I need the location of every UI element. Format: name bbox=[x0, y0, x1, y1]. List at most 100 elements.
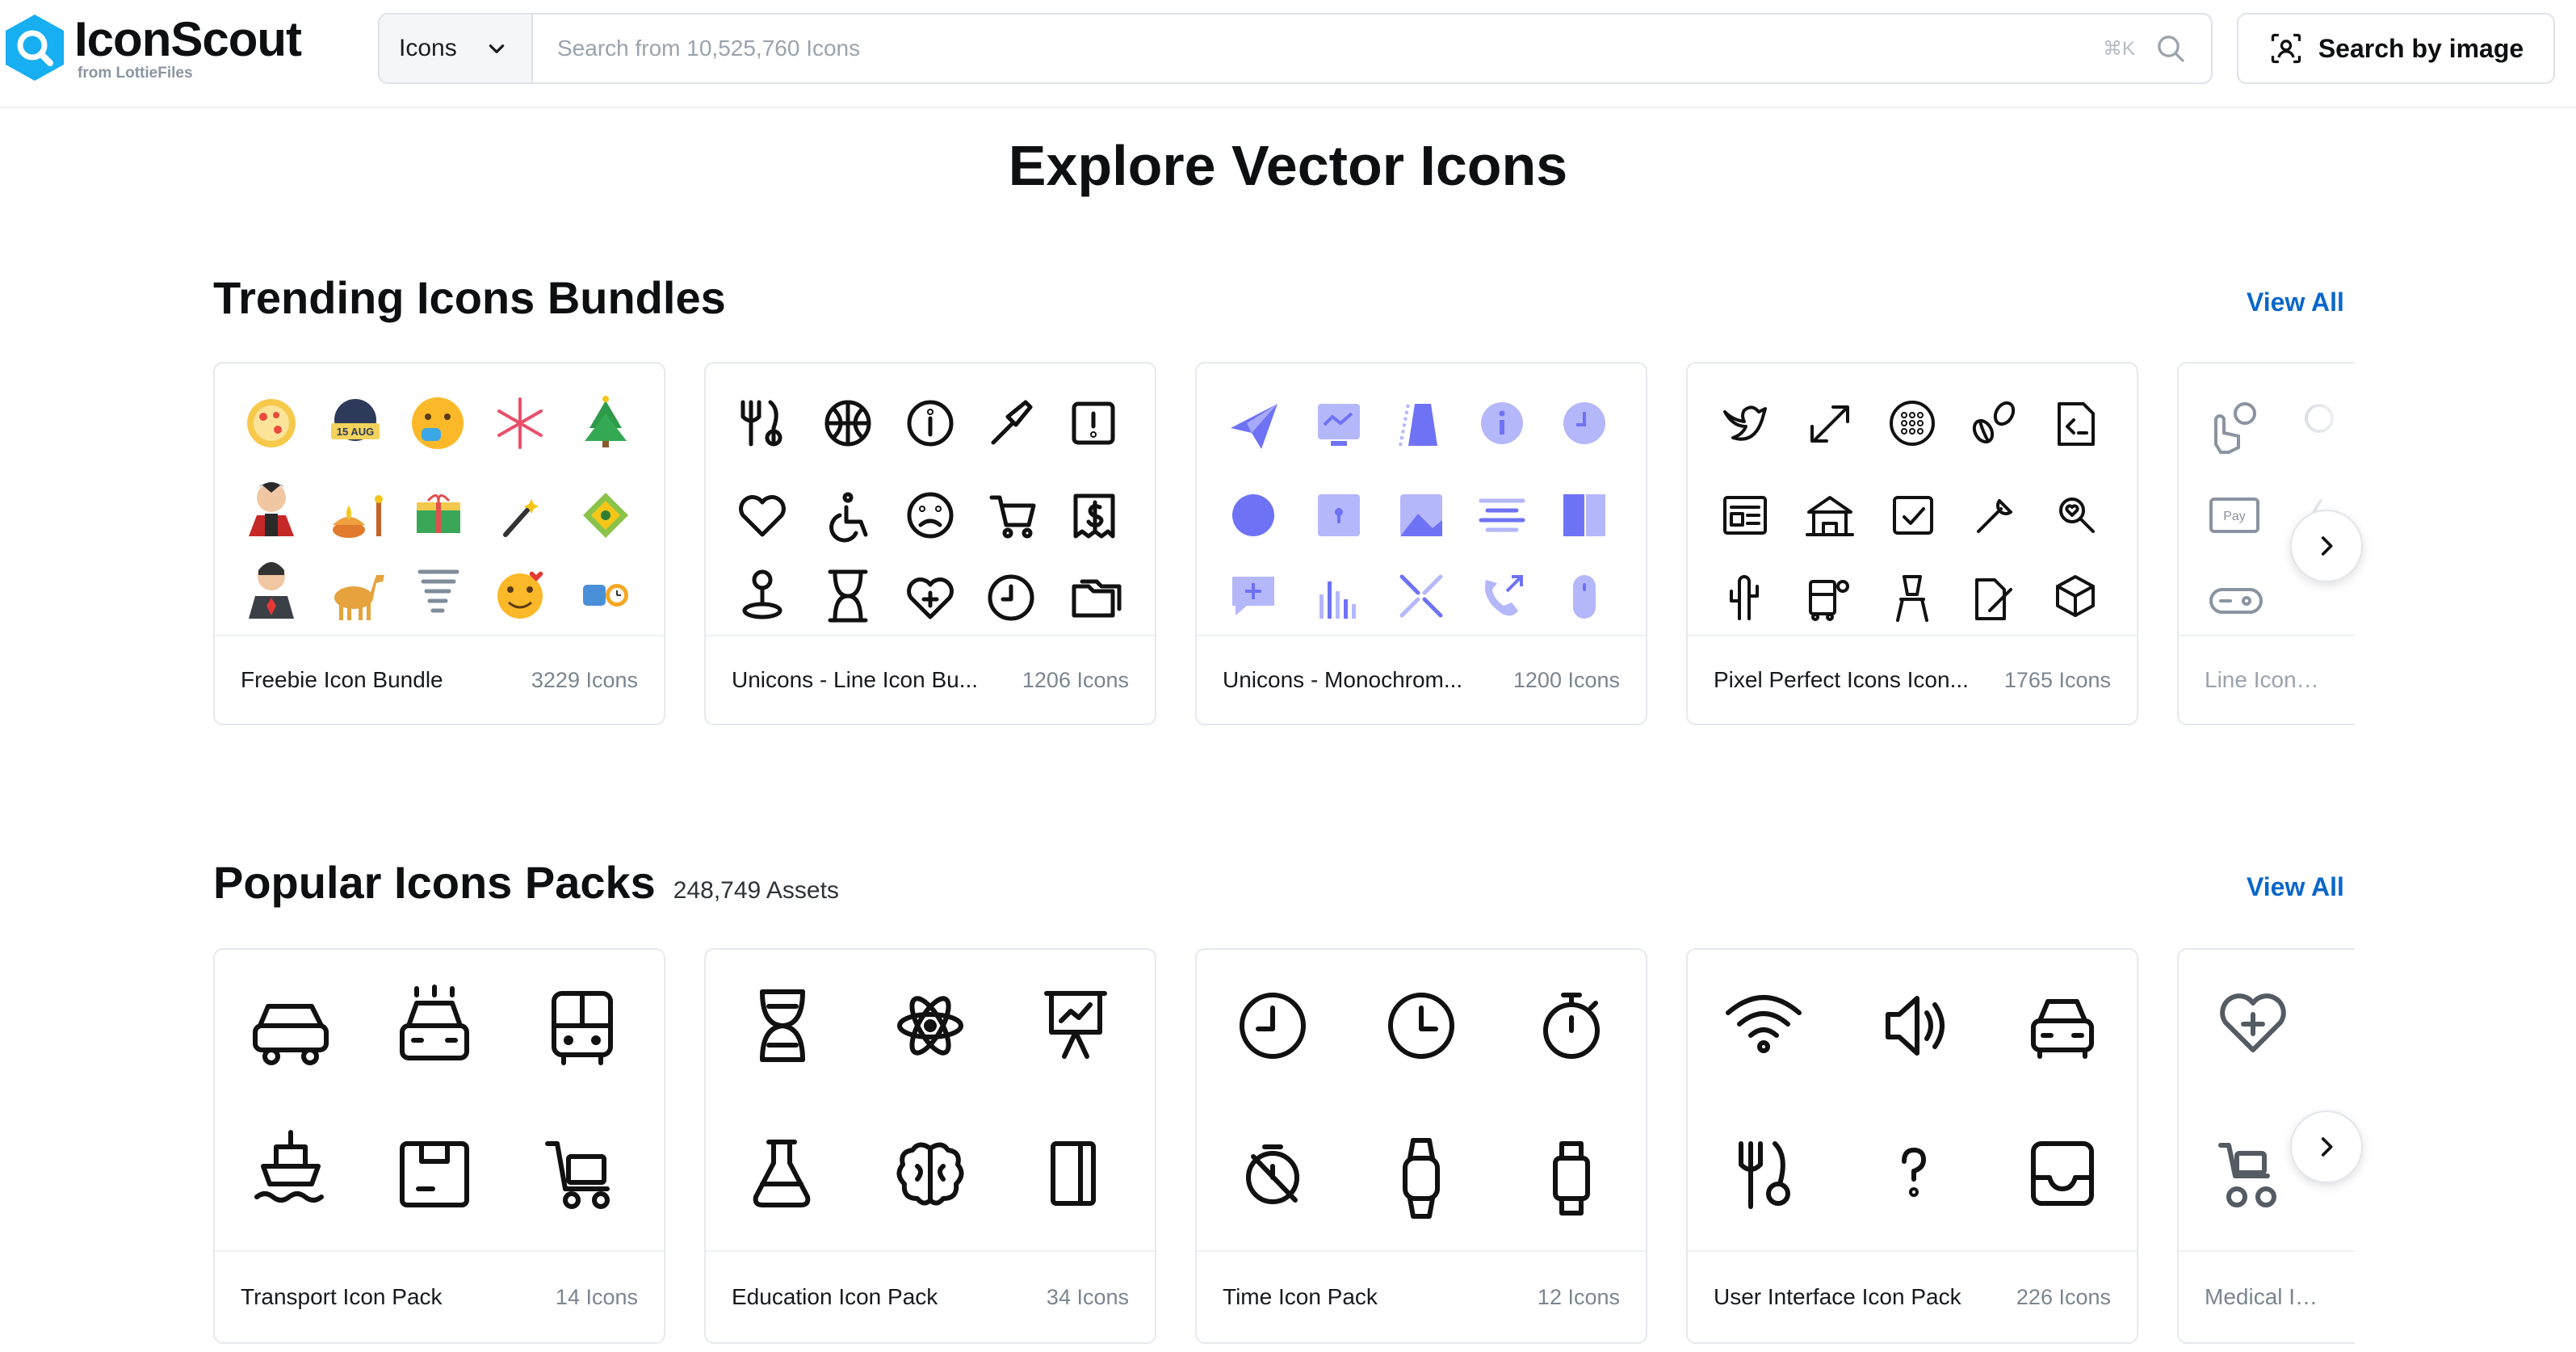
icon-preview-grid bbox=[1688, 363, 2137, 642]
time-preview bbox=[1240, 993, 1600, 1219]
popular-title-text: Popular Icons Packs bbox=[213, 857, 656, 908]
dna-hourglass-icon bbox=[828, 569, 868, 623]
document-edit-icon bbox=[1975, 578, 2012, 620]
card-count: 1765 Icons bbox=[2003, 667, 2111, 692]
code-file-icon bbox=[2058, 402, 2095, 446]
camel-icon bbox=[334, 575, 384, 620]
card-title: Time Icon Pack bbox=[1223, 1284, 1378, 1309]
card-footer: Time Icon Pack 12 Icons bbox=[1197, 1250, 1646, 1342]
icon-preview-grid bbox=[706, 363, 1155, 642]
icon-preview-grid bbox=[706, 950, 1155, 1253]
diamond-money-icon bbox=[583, 493, 628, 538]
popular-next-button[interactable] bbox=[2290, 1111, 2363, 1183]
icon-preview-grid bbox=[1688, 950, 2137, 1253]
card-count: 34 Icons bbox=[1046, 1284, 1129, 1309]
card-title: User Interface Icon Pack bbox=[1714, 1284, 1961, 1309]
trending-title-text: Trending Icons Bundles bbox=[213, 272, 726, 323]
card-count: 226 Icons bbox=[2016, 1284, 2111, 1309]
card-count: 3229 Icons bbox=[531, 667, 638, 692]
search-by-image-label: Search by image bbox=[2318, 33, 2524, 63]
search-bar: Icons Search from 10,525,760 Icons ⌘K bbox=[378, 13, 2213, 84]
card-footer: Pixel Perfect Icons Icon... 1765 Icons bbox=[1688, 635, 2137, 724]
card-footer: Line Icons Ic bbox=[2179, 635, 2355, 724]
clock-hands-icon bbox=[583, 584, 628, 607]
newspaper-icon bbox=[1723, 496, 1767, 535]
icon-preview-grid bbox=[2179, 950, 2355, 1253]
info-circle-icon bbox=[907, 400, 954, 447]
clock-icon bbox=[1240, 993, 1306, 1059]
align-center-icon bbox=[1479, 498, 1525, 532]
icon-preview-grid bbox=[1197, 363, 1646, 642]
toy-bus-icon bbox=[1809, 580, 1849, 621]
icon-preview-grid: Pay bbox=[2179, 363, 2355, 642]
wheelchair-icon bbox=[829, 492, 868, 543]
asset-type-label: Icons bbox=[399, 35, 457, 61]
pack-card-transport[interactable]: Transport Icon Pack 14 Icons bbox=[213, 948, 665, 1344]
taxi-icon bbox=[400, 985, 469, 1060]
basketball-icon bbox=[824, 400, 871, 447]
bundle-card-unicons-line[interactable]: Unicons - Line Icon Bu... 1206 Icons bbox=[704, 362, 1156, 725]
package-icon bbox=[400, 1141, 469, 1207]
coffee-beans-icon bbox=[1972, 401, 2016, 444]
pack-card-time[interactable]: Time Icon Pack 12 Icons bbox=[1195, 948, 1647, 1344]
wheelchair-icon bbox=[2218, 1143, 2276, 1207]
trending-view-all-link[interactable]: View All bbox=[2247, 288, 2344, 317]
car-front-icon bbox=[2031, 999, 2094, 1059]
smartwatch-square-icon bbox=[1553, 1141, 1590, 1216]
popular-assets-count: 248,749 Assets bbox=[673, 877, 839, 904]
utensils-icon bbox=[740, 400, 782, 447]
compress-arrows-icon bbox=[1399, 574, 1443, 618]
card-count: 1206 Icons bbox=[1022, 667, 1129, 692]
popular-view-all-link[interactable]: View All bbox=[2247, 872, 2344, 902]
columns-icon bbox=[1563, 494, 1605, 536]
image-icon bbox=[1400, 494, 1442, 536]
card-title: Pixel Perfect Icons Icon... bbox=[1714, 667, 1969, 692]
transport-preview bbox=[253, 985, 613, 1209]
card-footer: Unicons - Monochrom... 1200 Icons bbox=[1197, 635, 1646, 724]
iconscout-logo-icon bbox=[6, 15, 64, 81]
clock-icon bbox=[1388, 993, 1454, 1059]
search-by-image-button[interactable]: Search by image bbox=[2237, 13, 2555, 84]
icon-preview-grid: 15 AUG bbox=[215, 363, 664, 642]
search-icon[interactable] bbox=[2154, 32, 2187, 65]
card-footer: Medical Icon bbox=[2179, 1250, 2355, 1342]
icon-preview-grid bbox=[1197, 950, 1646, 1253]
trending-next-button[interactable] bbox=[2290, 510, 2363, 582]
asset-type-dropdown[interactable]: Icons bbox=[380, 15, 533, 82]
chevron-right-icon bbox=[2321, 1137, 2333, 1157]
phone-outgoing-icon bbox=[1484, 575, 1523, 616]
timer-off-icon bbox=[1246, 1144, 1299, 1204]
bundle-card-pixel-perfect[interactable]: Pixel Perfect Icons Icon... 1765 Icons bbox=[1686, 362, 2138, 725]
card-count: 12 Icons bbox=[1537, 1284, 1620, 1309]
bundle-card-freebie[interactable]: 15 AUG Freebie Icon Bundle 3229 Icons bbox=[213, 362, 665, 725]
card-title: Freebie Icon Bundle bbox=[241, 667, 443, 692]
smiling-face-hearts-icon bbox=[497, 571, 543, 619]
search-input[interactable]: Search from 10,525,760 Icons ⌘K bbox=[533, 15, 2211, 82]
wifi-icon bbox=[1726, 995, 1802, 1053]
popular-section-title: Popular Icons Packs 248,749 Assets bbox=[213, 856, 839, 909]
heart-plus-icon bbox=[2220, 993, 2286, 1052]
pizza-icon bbox=[247, 399, 296, 447]
trending-section-title: Trending Icons Bundles bbox=[213, 271, 726, 324]
christmas-tree-icon bbox=[585, 396, 627, 447]
card-count: 14 Icons bbox=[555, 1284, 638, 1309]
logo[interactable]: IconScout from LottieFiles bbox=[0, 11, 302, 84]
car-icon bbox=[253, 1004, 329, 1065]
medical-preview bbox=[2218, 993, 2286, 1207]
card-title: Unicons - Monochrom... bbox=[1223, 667, 1463, 692]
card-footer: Unicons - Line Icon Bu... 1206 Icons bbox=[706, 635, 1155, 724]
pack-card-user-interface[interactable]: User Interface Icon Pack 226 Icons bbox=[1686, 948, 2138, 1344]
card-footer: Freebie Icon Bundle 3229 Icons bbox=[215, 635, 664, 724]
card-footer: Transport Icon Pack 14 Icons bbox=[215, 1250, 664, 1342]
bar-chart-icon bbox=[1319, 582, 1356, 619]
monitor-chart-icon bbox=[1318, 404, 1360, 446]
bundle-card-unicons-monochrome[interactable]: Unicons - Monochrom... 1200 Icons bbox=[1195, 362, 1647, 725]
icon-preview-grid bbox=[215, 950, 664, 1253]
logo-name: IconScout bbox=[74, 11, 302, 66]
dna-icon bbox=[760, 989, 805, 1062]
top-header: IconScout from LottieFiles Icons Search … bbox=[0, 0, 2576, 108]
calendar-check-icon bbox=[1893, 496, 1933, 535]
card-title: Education Icon Pack bbox=[732, 1284, 938, 1309]
emoji-eating-icon bbox=[412, 397, 464, 449]
pack-card-education[interactable]: Education Icon Pack 34 Icons bbox=[704, 948, 1156, 1344]
